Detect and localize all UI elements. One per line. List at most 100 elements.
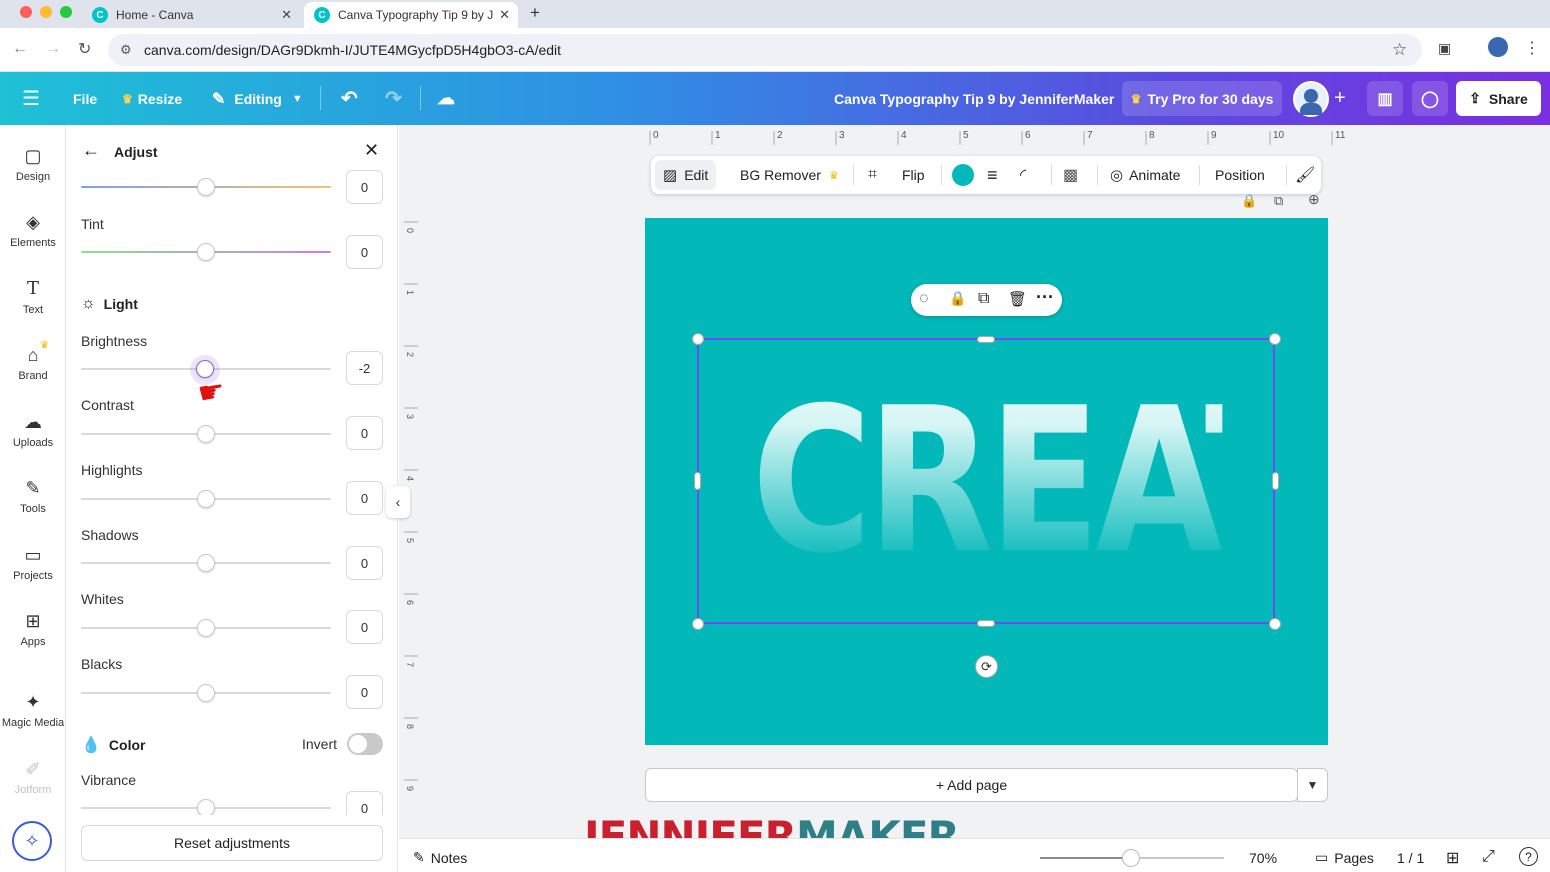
close-tab-icon[interactable]: ✕ (499, 7, 510, 23)
duplicate-icon[interactable]: ⧉ (978, 290, 989, 308)
comments-icon[interactable]: ◯ (1412, 81, 1448, 116)
pages-button[interactable]: ▭ Pages (1315, 849, 1374, 866)
try-pro-button[interactable]: ♛ Try Pro for 30 days (1122, 81, 1282, 116)
maximize-window-icon[interactable] (60, 6, 72, 18)
site-info-icon[interactable]: ⚙ (120, 42, 132, 58)
add-member-button[interactable]: + (1334, 72, 1346, 125)
resize-handle-bottom[interactable] (977, 620, 995, 627)
resize-handle-left[interactable] (694, 472, 701, 490)
resize-button[interactable]: ♛ Resize (122, 72, 182, 125)
file-menu-button[interactable]: File (73, 72, 97, 125)
rotate-handle-icon[interactable]: ⟳ (975, 655, 998, 678)
blacks-slider-handle[interactable] (197, 684, 215, 702)
share-button[interactable]: ⇪ Share (1456, 81, 1541, 116)
minimize-window-icon[interactable] (40, 6, 52, 18)
copy-style-icon[interactable]: 🖌 (1295, 156, 1315, 194)
flip-button[interactable]: Flip (902, 156, 925, 194)
browser-tab-design[interactable]: C Canva Typography Tip 9 by J ✕ (304, 2, 518, 28)
rail-item-apps[interactable]: ⊞ Apps (0, 602, 66, 662)
ruler-tick-label: 1 (405, 290, 415, 295)
zoom-slider-handle[interactable] (1122, 849, 1140, 867)
whites-slider-handle[interactable] (197, 619, 215, 637)
brightness-value-field[interactable]: -2 (346, 351, 383, 385)
editing-mode-button[interactable]: ✎ Editing ▼ (212, 72, 303, 125)
resize-handle-right[interactable] (1272, 472, 1279, 490)
user-avatar[interactable] (1293, 81, 1329, 117)
rail-item-tools[interactable]: ✎ Tools (0, 469, 66, 529)
resize-handle-top-left[interactable] (692, 333, 704, 345)
highlights-slider-handle[interactable] (197, 490, 215, 508)
browser-tab-home[interactable]: C Home - Canva ✕ (82, 2, 300, 28)
cloud-saved-icon[interactable]: ☁ (437, 72, 455, 125)
whites-value-field[interactable]: 0 (346, 610, 383, 644)
lock-icon[interactable]: 🔒 (949, 290, 966, 307)
tint-slider-handle[interactable] (197, 243, 215, 261)
reload-icon[interactable]: ↻ (78, 39, 91, 59)
corner-rounding-icon[interactable]: ◜ (1020, 156, 1026, 194)
close-panel-icon[interactable]: ✕ (364, 140, 379, 161)
shadows-slider-handle[interactable] (197, 554, 215, 572)
temperature-value-field[interactable]: 0 (346, 170, 383, 204)
bookmark-star-icon[interactable]: ☆ (1392, 40, 1407, 60)
notes-button[interactable]: ✎ Notes (413, 849, 467, 866)
invert-toggle[interactable] (347, 733, 383, 755)
delete-icon[interactable]: 🗑 (1008, 290, 1027, 308)
tint-value-field[interactable]: 0 (346, 235, 383, 269)
browser-menu-icon[interactable]: ⋮ (1524, 38, 1540, 58)
highlights-value-field[interactable]: 0 (346, 481, 383, 515)
temperature-slider-handle[interactable] (197, 178, 215, 196)
add-comment-icon[interactable]: ◌ (919, 290, 929, 308)
address-bar[interactable]: ⚙ canva.com/design/DAGr9Dkmh-I/JUTE4MGyc… (108, 34, 1422, 66)
rail-item-brand[interactable]: ⌂ ♛ Brand (0, 336, 66, 396)
help-button[interactable]: ? (1519, 847, 1538, 866)
contrast-value-field[interactable]: 0 (346, 416, 383, 450)
border-style-icon[interactable]: ≡ (987, 156, 998, 194)
forward-icon[interactable]: → (45, 40, 61, 58)
new-tab-button[interactable]: + (530, 3, 540, 23)
document-title[interactable]: Canva Typography Tip 9 by JenniferMaker (834, 72, 1114, 125)
resize-handle-top-right[interactable] (1269, 333, 1281, 345)
magic-assistant-icon[interactable]: ✧ (12, 821, 52, 861)
duplicate-page-icon[interactable]: ⧉ (1274, 193, 1283, 209)
contrast-slider-handle[interactable] (197, 425, 215, 443)
profile-avatar[interactable] (1488, 37, 1508, 57)
close-tab-icon[interactable]: ✕ (281, 7, 292, 23)
animate-button[interactable]: ◎ Animate (1110, 156, 1180, 194)
lock-page-icon[interactable]: 🔒 (1241, 193, 1257, 209)
bg-remover-button[interactable]: BG Remover ♛ (740, 156, 839, 194)
add-page-icon[interactable]: ⊕ (1308, 191, 1320, 208)
more-options-icon[interactable]: ··· (1036, 287, 1054, 308)
insights-icon[interactable]: ▥ (1367, 81, 1403, 116)
position-button[interactable]: Position (1215, 156, 1265, 194)
rail-item-design[interactable]: ▢ Design (0, 137, 66, 197)
main-menu-icon[interactable]: ☰ (22, 72, 40, 125)
rail-item-magic-media[interactable]: ✦ Magic Media (0, 683, 66, 743)
rail-item-uploads[interactable]: ☁ Uploads (0, 403, 66, 463)
cast-icon[interactable]: ▣ (1438, 40, 1451, 57)
resize-handle-top[interactable] (977, 336, 995, 343)
back-icon[interactable]: ← (12, 40, 28, 58)
rail-item-projects[interactable]: ▭ Projects (0, 536, 66, 596)
add-page-button[interactable]: + Add page (645, 768, 1298, 802)
rail-item-jotform[interactable]: ✐ Jotform (0, 750, 66, 810)
zoom-level[interactable]: 70% (1249, 850, 1277, 866)
resize-handle-bottom-right[interactable] (1269, 618, 1281, 630)
color-swatch[interactable] (952, 164, 974, 186)
reset-adjustments-button[interactable]: Reset adjustments (81, 825, 383, 861)
transparency-icon[interactable]: ▩ (1063, 156, 1078, 194)
close-window-icon[interactable] (20, 6, 32, 18)
undo-icon[interactable]: ↶ (341, 72, 358, 125)
rail-item-text[interactable]: T Text (0, 270, 66, 330)
resize-handle-bottom-left[interactable] (692, 618, 704, 630)
back-arrow-icon[interactable]: ← (82, 140, 100, 161)
ruler-tick-label: 5 (405, 538, 415, 543)
blacks-value-field[interactable]: 0 (346, 675, 383, 709)
shadows-value-field[interactable]: 0 (346, 546, 383, 580)
rail-item-elements[interactable]: ◈ Elements (0, 203, 66, 263)
crop-icon[interactable]: ⌗ (868, 156, 877, 194)
edit-image-button[interactable]: ▨ Edit (655, 160, 717, 190)
add-page-options-chevron-icon[interactable]: ▼ (1297, 768, 1328, 802)
fullscreen-icon[interactable]: ⤢ (1482, 848, 1495, 866)
redo-icon[interactable]: ↷ (385, 72, 402, 125)
grid-view-icon[interactable]: ⊞ (1446, 848, 1459, 868)
